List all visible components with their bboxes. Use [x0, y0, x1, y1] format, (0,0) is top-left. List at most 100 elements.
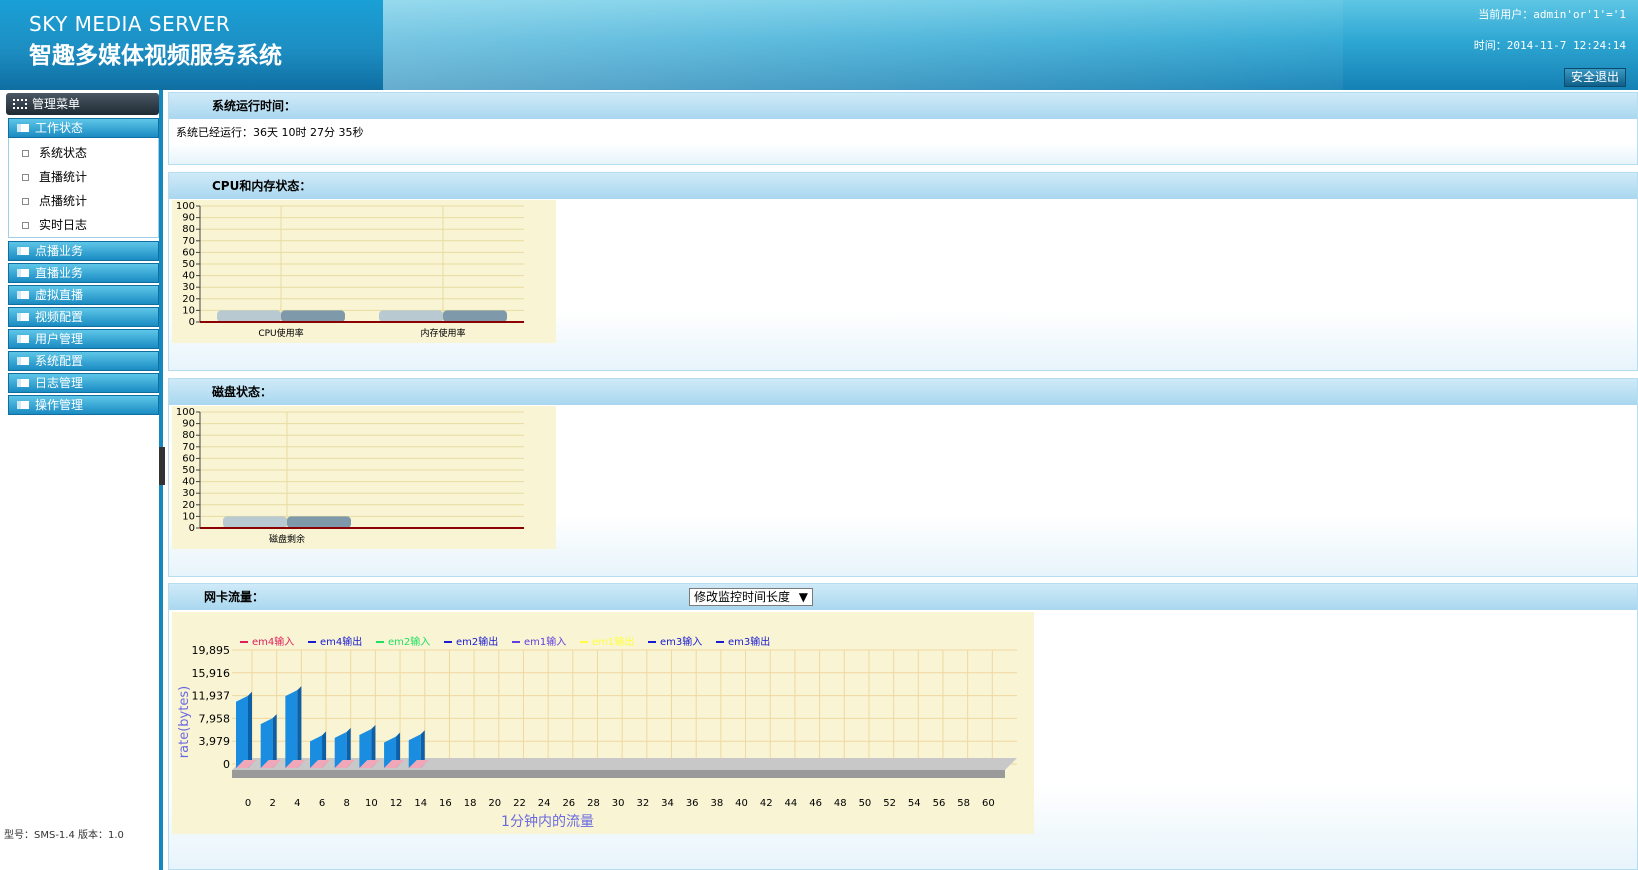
- y-tick-label: 11,937: [192, 690, 231, 703]
- sidebar-group-work-status[interactable]: 工作状态: [8, 118, 159, 138]
- sidebar-footer: 型号：SMS-1.4 版本：1.0: [4, 830, 124, 841]
- bar: [236, 695, 248, 768]
- grid-icon: [13, 99, 27, 109]
- sidebar-group-label: 虚拟直播: [35, 288, 84, 302]
- app-header: SKY MEDIA SERVER 智趣多媒体视频服务系统 当前用户：admin'…: [0, 0, 1638, 90]
- y-tick-label: 20: [182, 294, 195, 305]
- bar: [285, 690, 298, 768]
- y-tick-label: 20: [182, 500, 195, 511]
- sidebar-item-vod-stats[interactable]: 点播统计: [22, 192, 87, 209]
- x-tick-label: 28: [587, 798, 600, 809]
- legend-label: em3输入: [660, 635, 702, 648]
- y-tick-label: 10: [182, 305, 195, 316]
- legend-label: em1输入: [524, 635, 566, 648]
- bullet-icon: [22, 174, 29, 181]
- legend-label: em2输出: [456, 635, 498, 648]
- chart-floor-front: [232, 770, 1005, 778]
- sidebar-item-label: 系统状态: [39, 146, 88, 160]
- x-tick-label: 60: [982, 798, 995, 809]
- sidebar-item-live-stats[interactable]: 直播统计: [22, 168, 87, 185]
- sidebar-group-label: 日志管理: [35, 376, 84, 390]
- bar-side: [272, 714, 277, 768]
- bar: [281, 310, 345, 322]
- x-tick-label: CPU使用率: [258, 327, 303, 339]
- sidebar-collapse-handle[interactable]: [159, 447, 165, 485]
- bar-side: [297, 686, 302, 768]
- current-user-label: 当前用户：admin'or'1'='1: [1478, 8, 1626, 21]
- y-tick-label: 30: [182, 488, 195, 499]
- y-tick-label: 30: [182, 282, 195, 293]
- x-tick-label: 44: [785, 798, 798, 809]
- legend-label: em1输出: [592, 635, 634, 648]
- sidebar-group-label: 操作管理: [35, 398, 84, 412]
- sidebar-group-label: 点播业务: [35, 244, 84, 258]
- monitor-duration-select[interactable]: 修改监控时间长度 ▼: [689, 588, 813, 606]
- sidebar-group-label: 视频配置: [35, 310, 84, 324]
- cpu-memory-panel: CPU和内存状态： 0 10 20 30 40 50 60 70 80 90 100 CPU使用率 内存…: [168, 172, 1638, 371]
- x-tick-label: 46: [809, 798, 822, 809]
- sidebar-group-label: 系统配置: [35, 354, 84, 368]
- sidebar-group-log-mgmt[interactable]: 日志管理: [8, 373, 159, 393]
- header-gloss: [383, 0, 1343, 90]
- x-tick-label: 22: [513, 798, 526, 809]
- legend-label: em2输入: [388, 635, 430, 648]
- bar-side: [248, 691, 252, 768]
- sidebar-group-video-config[interactable]: 视频配置: [8, 307, 159, 327]
- bar-left-face: [379, 310, 443, 322]
- x-tick-label: 20: [488, 798, 501, 809]
- x-tick-label: 52: [883, 798, 896, 809]
- sidebar-item-system-status[interactable]: 系统状态: [22, 144, 87, 161]
- menu-title: 管理菜单: [6, 93, 159, 115]
- sidebar-group-label: 工作状态: [35, 121, 84, 135]
- logout-button[interactable]: 安全退出: [1563, 68, 1626, 87]
- y-tick-label: 100: [176, 407, 195, 418]
- x-tick-label: 58: [957, 798, 970, 809]
- book-icon: [17, 313, 29, 321]
- y-tick-label: 50: [182, 259, 195, 270]
- y-tick-label: 19,895: [192, 644, 231, 657]
- y-tick-label: 50: [182, 465, 195, 476]
- sidebar-group-vod[interactable]: 点播业务: [8, 241, 159, 261]
- y-tick-label: 70: [182, 442, 195, 453]
- network-panel: 网卡流量： em4输入 em4输出 em2输入 em2输出 em1输入 em1输出 em3输…: [168, 583, 1638, 870]
- bullet-icon: [22, 150, 29, 157]
- y-tick-label: 90: [182, 213, 195, 224]
- bar: [443, 310, 507, 322]
- y-tick-label: 10: [182, 511, 195, 522]
- x-tick-label: 48: [834, 798, 847, 809]
- bar-left-face: [223, 516, 287, 528]
- book-icon: [17, 401, 29, 409]
- sidebar-group-operation-mgmt[interactable]: 操作管理: [8, 395, 159, 415]
- x-tick-label: 8: [344, 798, 350, 809]
- x-tick-label: 56: [933, 798, 946, 809]
- x-tick-label: 26: [562, 798, 575, 809]
- brand-chinese-title: 智趣多媒体视频服务系统: [29, 43, 282, 69]
- x-tick-label: 32: [636, 798, 649, 809]
- uptime-title: 系统运行时间：: [169, 93, 1637, 119]
- y-axis-title: rate(bytes): [177, 686, 192, 758]
- uptime-text: 系统已经运行：36天 10时 27分 35秒: [176, 126, 364, 139]
- sidebar-group-user-mgmt[interactable]: 用户管理: [8, 329, 159, 349]
- dropdown-arrow-icon: ▼: [798, 590, 808, 604]
- sidebar-item-label: 直播统计: [39, 170, 88, 184]
- y-tick-label: 90: [182, 419, 195, 430]
- sidebar-group-label: 直播业务: [35, 266, 84, 280]
- y-tick-label: 40: [182, 477, 195, 488]
- bar-left-face: [217, 310, 281, 322]
- sidebar-item-label: 实时日志: [39, 218, 88, 232]
- y-tick-label: 7,958: [199, 712, 231, 725]
- y-tick-label: 70: [182, 236, 195, 247]
- x-tick-label: 24: [538, 798, 551, 809]
- bullet-icon: [22, 198, 29, 205]
- sidebar-group-virtual-live[interactable]: 虚拟直播: [8, 285, 159, 305]
- x-tick-label: 18: [464, 798, 477, 809]
- sidebar-item-realtime-log[interactable]: 实时日志: [22, 216, 87, 233]
- legend-label: em3输出: [728, 635, 770, 648]
- sidebar-group-system-config[interactable]: 系统配置: [8, 351, 159, 371]
- x-tick-label: 16: [439, 798, 452, 809]
- x-tick-label: 4: [294, 798, 300, 809]
- cpu-memory-chart: 0102030405060708090100 CPU使用率 内存使用率: [172, 200, 556, 343]
- book-icon: [17, 269, 29, 277]
- y-tick-label: 100: [176, 201, 195, 212]
- sidebar-group-live[interactable]: 直播业务: [8, 263, 159, 283]
